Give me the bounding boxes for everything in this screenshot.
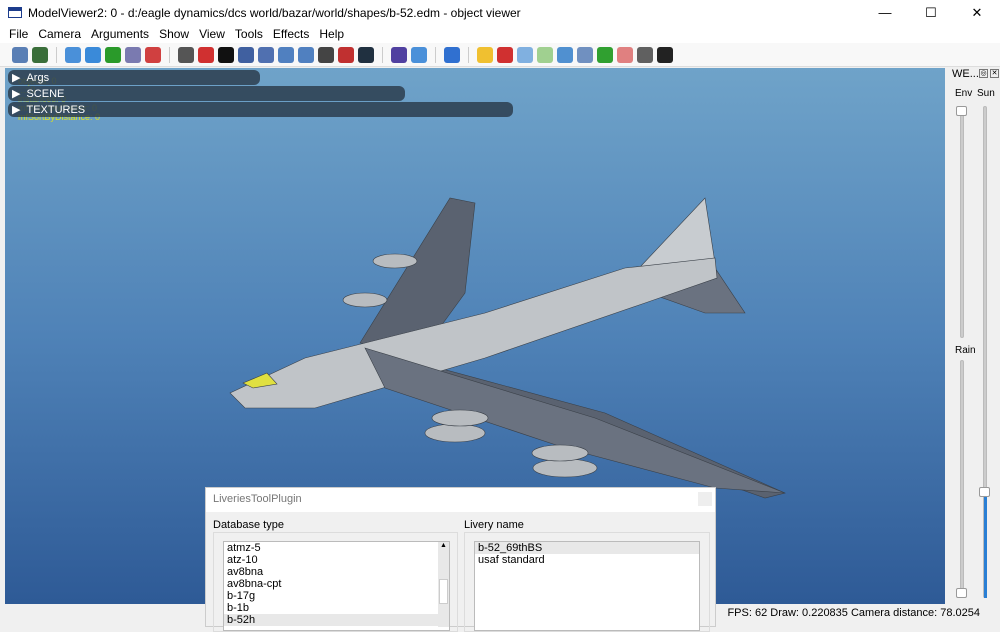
- list-item[interactable]: atz-10: [224, 554, 449, 566]
- toolbar-tool-icon[interactable]: [444, 46, 460, 63]
- toolbar-tool-icon[interactable]: [258, 46, 274, 63]
- env-label: Env: [955, 88, 973, 99]
- toolbar-separator: [56, 46, 57, 63]
- toolbar-tool-icon[interactable]: [298, 46, 314, 63]
- panel-label: Args: [26, 71, 50, 84]
- toolbar-tool-icon[interactable]: [32, 46, 48, 63]
- list-item[interactable]: av8bna-cpt: [224, 578, 449, 590]
- menu-effects[interactable]: Effects: [268, 27, 314, 41]
- toolbar-tool-icon[interactable]: [65, 46, 81, 63]
- env-slider[interactable]: [960, 106, 964, 338]
- menu-camera[interactable]: Camera: [33, 27, 86, 41]
- toolbar-tool-icon[interactable]: [411, 46, 427, 63]
- toolbar-tool-icon[interactable]: [238, 46, 254, 63]
- panel-label: TEXTURES: [26, 103, 86, 116]
- rain-slider-handle[interactable]: [956, 588, 967, 598]
- title-bar: ModelViewer2: 0 - d:/eagle dynamics/dcs …: [0, 0, 1000, 25]
- db-scrollbar[interactable]: ▲: [438, 542, 449, 627]
- menu-show[interactable]: Show: [154, 27, 194, 41]
- toolbar-tool-icon[interactable]: [477, 46, 493, 63]
- toolbar-tool-icon[interactable]: [125, 46, 141, 63]
- scroll-up-icon[interactable]: ▲: [438, 542, 449, 549]
- db-type-label: Database type: [213, 519, 284, 531]
- toolbar-tool-icon[interactable]: [278, 46, 294, 63]
- panel-args[interactable]: ▶ Args: [8, 70, 260, 85]
- toolbar-tool-icon[interactable]: [218, 46, 234, 63]
- toolbar-tool-icon[interactable]: [577, 46, 593, 63]
- list-item[interactable]: b-52h: [224, 614, 449, 626]
- minimize-button[interactable]: —: [862, 0, 908, 25]
- panel-textures[interactable]: ▶ TEXTURES: [8, 102, 513, 117]
- toolbar-tool-icon[interactable]: [597, 46, 613, 63]
- scroll-thumb[interactable]: [439, 579, 448, 604]
- liveries-dialog: LiveriesToolPlugin Database type Livery …: [205, 487, 716, 632]
- list-item[interactable]: usaf standard: [475, 554, 699, 566]
- sun-label: Sun: [977, 88, 995, 99]
- menu-view[interactable]: View: [194, 27, 230, 41]
- close-button[interactable]: ✕: [954, 0, 1000, 25]
- menu-help[interactable]: Help: [314, 27, 349, 41]
- toolbar-tool-icon[interactable]: [85, 46, 101, 63]
- toolbar-tool-icon[interactable]: [617, 46, 633, 63]
- db-type-list[interactable]: atmz-5 atz-10 av8bna av8bna-cpt b-17g b-1b b-5…: [223, 541, 450, 631]
- toolbar-tool-icon[interactable]: [358, 46, 374, 63]
- sun-slider-handle[interactable]: [979, 486, 990, 497]
- toolbar-tool-icon[interactable]: [145, 46, 161, 63]
- menu-tools[interactable]: Tools: [230, 27, 268, 41]
- app-icon: [8, 7, 22, 18]
- toolbar-separator: [435, 46, 436, 63]
- toolbar-tool-icon[interactable]: [338, 46, 354, 63]
- close-dock-icon[interactable]: ✕: [990, 69, 999, 78]
- weather-dock: WE... ◎ ✕ Env Sun Rain: [947, 68, 1000, 604]
- toolbar-tool-icon[interactable]: [318, 46, 334, 63]
- list-item[interactable]: b-1b: [224, 602, 449, 614]
- menu-bar: File Camera Arguments Show View Tools Effects H…: [0, 25, 1000, 43]
- toolbar-tool-icon[interactable]: [657, 46, 673, 63]
- toolbar-tool-icon[interactable]: [105, 46, 121, 63]
- dock-title: WE...: [952, 68, 979, 80]
- livery-name-label: Livery name: [464, 519, 524, 531]
- dialog-title: LiveriesToolPlugin: [206, 488, 715, 512]
- panel-label: SCENE: [26, 87, 65, 100]
- menu-file[interactable]: File: [4, 27, 33, 41]
- expand-icon: ▶: [12, 72, 21, 84]
- env-slider-handle[interactable]: [956, 106, 967, 116]
- expand-icon: ▶: [12, 88, 21, 100]
- toolbar-separator: [468, 46, 469, 63]
- list-item[interactable]: av8bna: [224, 566, 449, 578]
- livery-list[interactable]: b-52_69thBS usaf standard: [474, 541, 700, 631]
- sun-slider-fill: [984, 496, 987, 598]
- rain-slider[interactable]: [960, 360, 964, 598]
- toolbar: [0, 43, 1000, 67]
- toolbar-tool-icon[interactable]: [557, 46, 573, 63]
- toolbar-tool-icon[interactable]: [391, 46, 407, 63]
- toolbar-tool-icon[interactable]: [497, 46, 513, 63]
- toolbar-tool-icon[interactable]: [517, 46, 533, 63]
- maximize-button[interactable]: ☐: [908, 0, 954, 25]
- toolbar-tool-icon[interactable]: [537, 46, 553, 63]
- toolbar-tool-icon[interactable]: [198, 46, 214, 63]
- menu-arguments[interactable]: Arguments: [86, 27, 154, 41]
- rain-label: Rain: [955, 345, 976, 356]
- expand-icon: ▶: [12, 104, 21, 116]
- toolbar-separator: [169, 46, 170, 63]
- list-item[interactable]: b-52_69thBS: [475, 542, 699, 554]
- float-icon[interactable]: ◎: [979, 69, 988, 78]
- list-item[interactable]: b-17g: [224, 590, 449, 602]
- panel-scene[interactable]: ▶ SCENE: [8, 86, 405, 101]
- toolbar-separator: [382, 46, 383, 63]
- toolbar-tool-icon[interactable]: [12, 46, 28, 63]
- window-title: ModelViewer2: 0 - d:/eagle dynamics/dcs …: [28, 5, 521, 20]
- dialog-close-button[interactable]: [698, 492, 712, 506]
- toolbar-tool-icon[interactable]: [178, 46, 194, 63]
- list-item[interactable]: atmz-5: [224, 542, 449, 554]
- toolbar-tool-icon[interactable]: [637, 46, 653, 63]
